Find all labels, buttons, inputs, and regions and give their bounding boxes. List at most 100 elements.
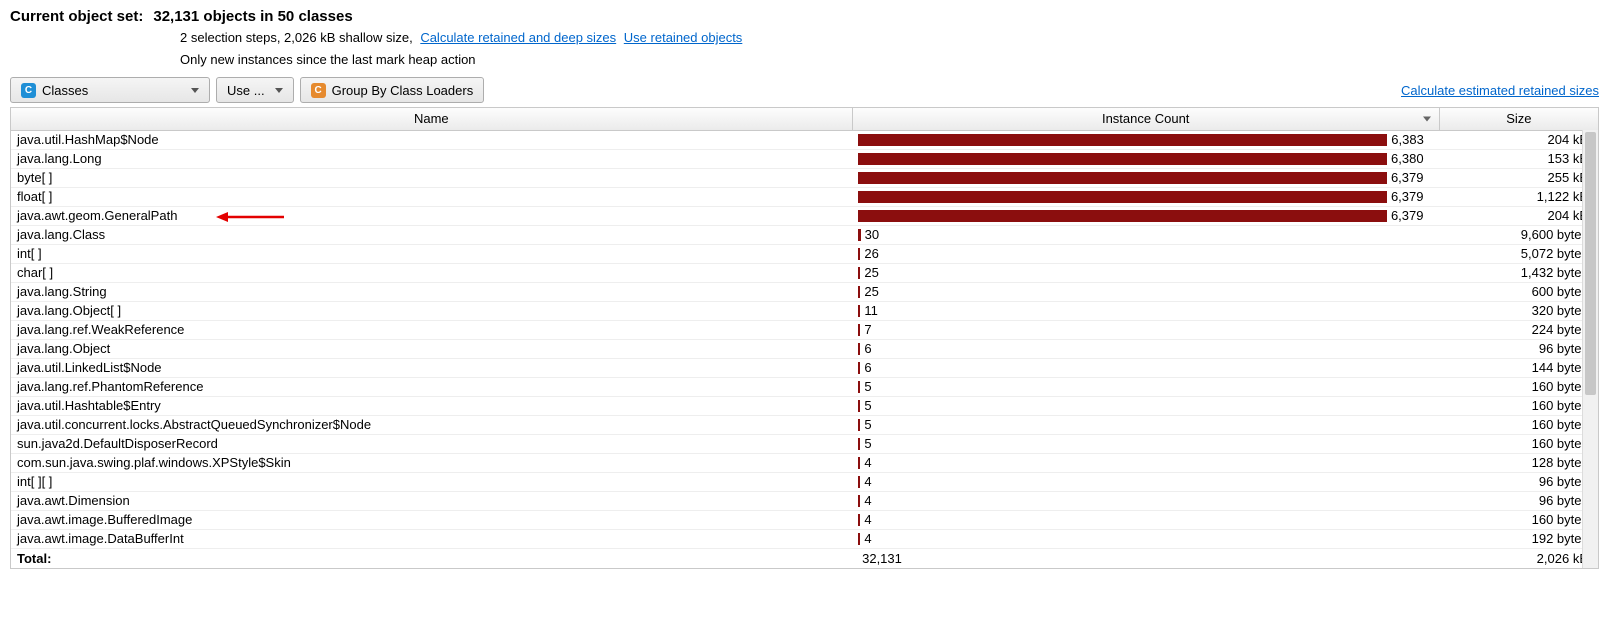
table-row[interactable]: java.lang.String25600 bytes <box>11 282 1598 301</box>
cell-count: 5 <box>852 396 1439 415</box>
cell-size: 144 bytes <box>1439 358 1598 377</box>
link-calc-retained[interactable]: Calculate retained and deep sizes <box>420 30 616 45</box>
link-calc-estimated[interactable]: Calculate estimated retained sizes <box>1401 83 1599 98</box>
table-row[interactable]: float[ ]6,3791,122 kB <box>11 187 1598 206</box>
table-row[interactable]: java.awt.image.DataBufferInt4192 bytes <box>11 529 1598 548</box>
table-row[interactable]: java.awt.image.BufferedImage4160 bytes <box>11 510 1598 529</box>
cell-name: java.lang.Long <box>11 149 852 168</box>
cell-name: java.util.LinkedList$Node <box>11 358 852 377</box>
table-row[interactable]: java.lang.ref.PhantomReference5160 bytes <box>11 377 1598 396</box>
header-title-label: Current object set: <box>10 8 143 25</box>
cell-count: 26 <box>852 244 1439 263</box>
cell-count: 6,379 <box>852 168 1439 187</box>
scroll-thumb[interactable] <box>1585 132 1596 395</box>
table-row[interactable]: java.lang.Object[ ]11320 bytes <box>11 301 1598 320</box>
col-header-name[interactable]: Name <box>11 108 852 130</box>
cell-count: 6,380 <box>852 149 1439 168</box>
table-row[interactable]: java.awt.geom.GeneralPath6,379204 kB <box>11 206 1598 225</box>
cell-count: 4 <box>852 529 1439 548</box>
count-bar <box>858 438 860 450</box>
table-row[interactable]: java.util.concurrent.locks.AbstractQueue… <box>11 415 1598 434</box>
cell-count: 6 <box>852 339 1439 358</box>
cell-name: java.util.HashMap$Node <box>11 130 852 149</box>
table-row[interactable]: byte[ ]6,379255 kB <box>11 168 1598 187</box>
toolbar: C Classes Use ... C Group By Class Loade… <box>10 77 1599 103</box>
table-footer: Total: 32,131 2,026 kB <box>11 548 1598 568</box>
cell-count: 4 <box>852 491 1439 510</box>
cell-name: java.awt.image.BufferedImage <box>11 510 852 529</box>
table-row[interactable]: java.lang.Object 6 96 bytes <box>11 339 1598 358</box>
count-bar <box>858 514 860 526</box>
cell-size: 96 bytes <box>1439 339 1598 358</box>
cell-size: 160 bytes <box>1439 377 1598 396</box>
cell-name: java.awt.Dimension <box>11 491 852 510</box>
cell-name: java.util.concurrent.locks.AbstractQueue… <box>11 415 852 434</box>
cell-name: java.lang.Object <box>11 339 852 358</box>
count-text: 6,379 <box>1391 170 1424 185</box>
chevron-down-icon <box>191 88 199 93</box>
cell-count: 7 <box>852 320 1439 339</box>
col-header-size[interactable]: Size <box>1439 108 1598 130</box>
table-row[interactable]: char[ ]251,432 bytes <box>11 263 1598 282</box>
cell-name: char[ ] <box>11 263 852 282</box>
annotation-arrow <box>216 208 286 225</box>
use-button[interactable]: Use ... <box>216 77 294 103</box>
table-row[interactable]: java.lang.Class309,600 bytes <box>11 225 1598 244</box>
cell-name: java.lang.String <box>11 282 852 301</box>
cell-name: float[ ] <box>11 187 852 206</box>
count-text: 4 <box>864 474 871 489</box>
table-row[interactable]: int[ ][ ]496 bytes <box>11 472 1598 491</box>
table-row[interactable]: java.util.HashMap$Node6,383204 kB <box>11 130 1598 149</box>
footer-label: Total: <box>11 548 852 568</box>
count-text: 4 <box>864 455 871 470</box>
count-text: 5 <box>864 379 871 394</box>
table-row[interactable]: java.lang.Long6,380153 kB <box>11 149 1598 168</box>
chevron-down-icon <box>275 88 283 93</box>
group-by-button[interactable]: C Group By Class Loaders <box>300 77 485 103</box>
count-text: 4 <box>864 531 871 546</box>
col-header-count[interactable]: Instance Count <box>852 108 1439 130</box>
table-row[interactable]: com.sun.java.swing.plaf.windows.XPStyle$… <box>11 453 1598 472</box>
cell-count: 11 <box>852 301 1439 320</box>
scrollbar[interactable] <box>1582 130 1598 568</box>
cell-name: com.sun.java.swing.plaf.windows.XPStyle$… <box>11 453 852 472</box>
cell-size: 9,600 bytes <box>1439 225 1598 244</box>
count-bar <box>858 172 1387 184</box>
table-row[interactable]: int[ ]265,072 bytes <box>11 244 1598 263</box>
count-bar <box>858 381 860 393</box>
table-row[interactable]: java.lang.ref.WeakReference7224 bytes <box>11 320 1598 339</box>
count-text: 4 <box>864 512 871 527</box>
count-text: 25 <box>864 284 878 299</box>
cell-size: 224 bytes <box>1439 320 1598 339</box>
count-bar <box>858 400 860 412</box>
cell-size: 160 bytes <box>1439 396 1598 415</box>
count-bar <box>858 229 860 241</box>
cell-count: 4 <box>852 453 1439 472</box>
count-text: 4 <box>864 493 871 508</box>
count-bar <box>858 419 860 431</box>
table-row[interactable]: java.awt.Dimension496 bytes <box>11 491 1598 510</box>
cell-size: 128 bytes <box>1439 453 1598 472</box>
count-bar <box>858 343 860 355</box>
table-row[interactable]: java.util.Hashtable$Entry5160 bytes <box>11 396 1598 415</box>
header: Current object set: 32,131 objects in 50… <box>10 8 1599 71</box>
count-bar <box>858 267 860 279</box>
count-text: 7 <box>864 322 871 337</box>
count-bar <box>858 324 860 336</box>
table-container: Name Instance Count Size java.util.HashM… <box>10 107 1599 569</box>
count-text: 26 <box>864 246 878 261</box>
cell-size: 96 bytes <box>1439 472 1598 491</box>
cell-name: java.lang.Class <box>11 225 852 244</box>
classes-dropdown[interactable]: C Classes <box>10 77 210 103</box>
cell-count: 6,383 <box>852 130 1439 149</box>
cell-name: java.awt.image.DataBufferInt <box>11 529 852 548</box>
table-row[interactable]: sun.java2d.DefaultDisposerRecord5160 byt… <box>11 434 1598 453</box>
link-use-retained[interactable]: Use retained objects <box>624 30 743 45</box>
count-text: 6 <box>864 341 871 356</box>
count-bar <box>858 210 1387 222</box>
table-row[interactable]: java.util.LinkedList$Node6144 bytes <box>11 358 1598 377</box>
cell-count: 6 <box>852 358 1439 377</box>
classloader-icon: C <box>311 83 326 98</box>
count-text: 25 <box>864 265 878 280</box>
cell-count: 30 <box>852 225 1439 244</box>
